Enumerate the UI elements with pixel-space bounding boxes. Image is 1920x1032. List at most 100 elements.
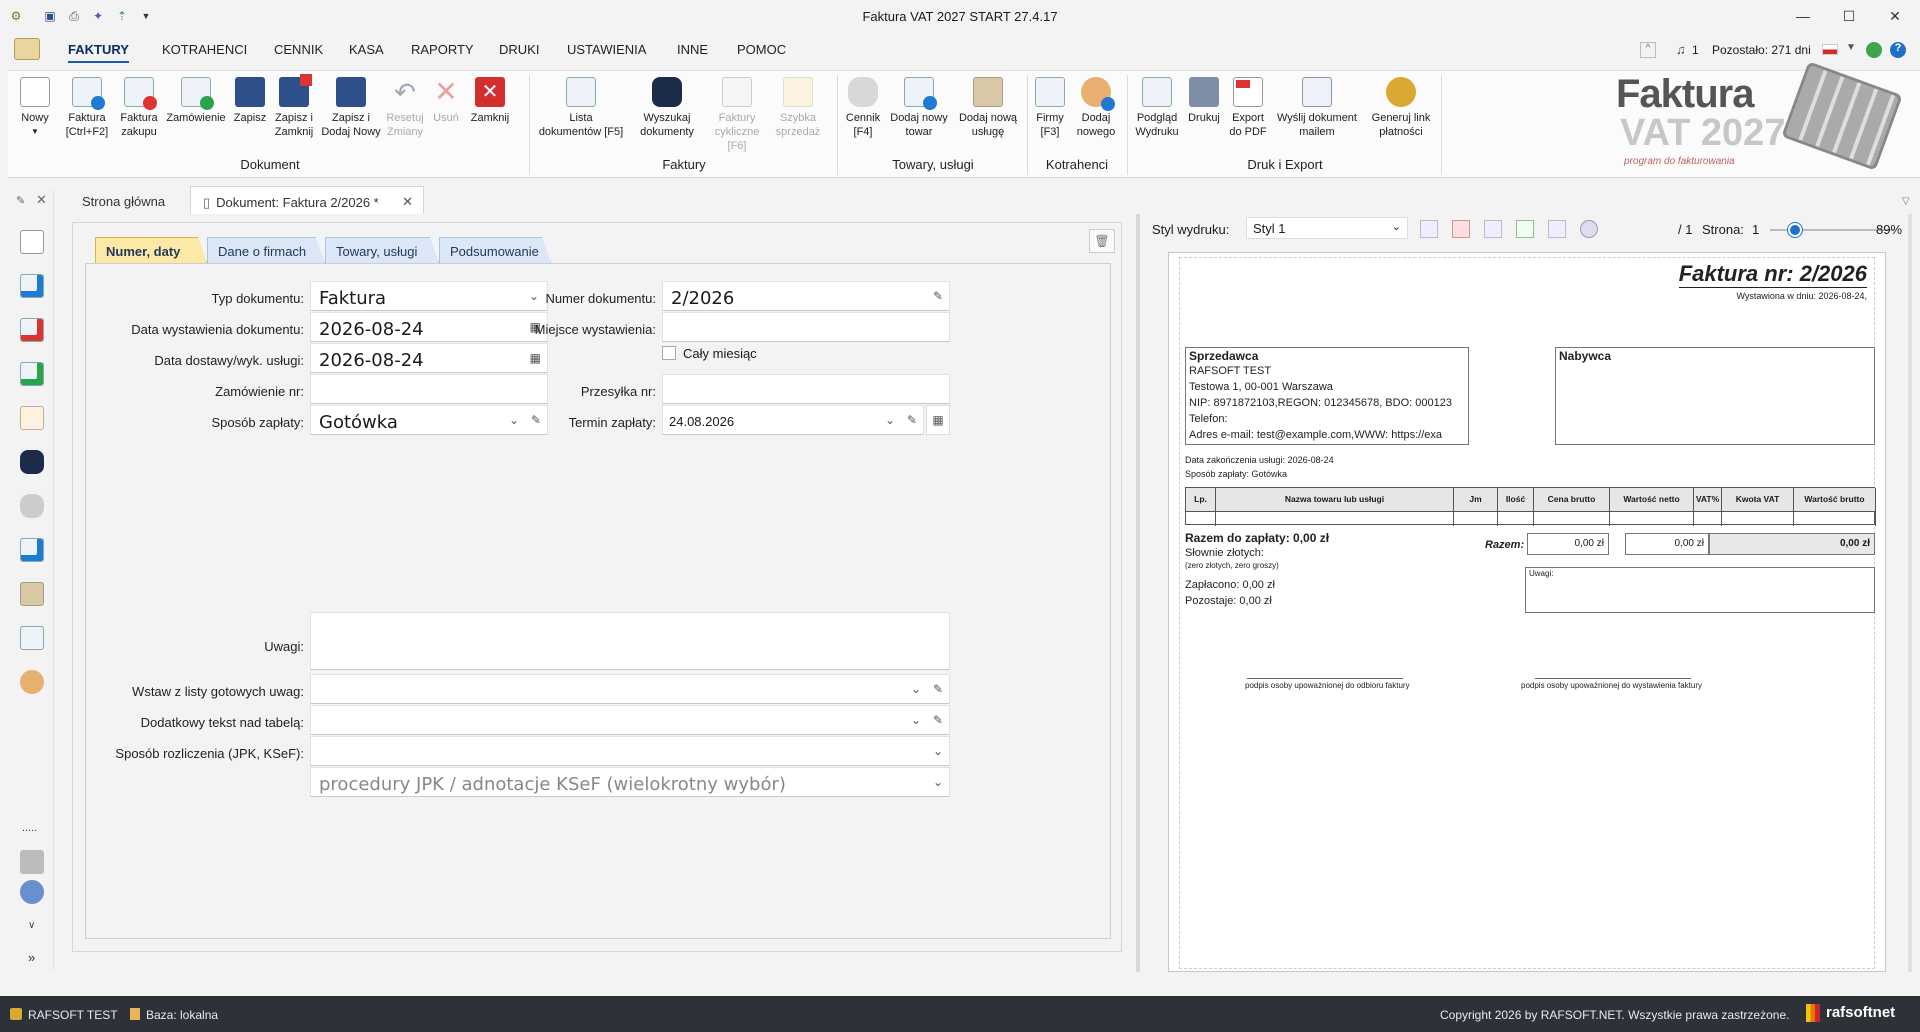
faktura-zakupu-button[interactable]: Faktura zakupu bbox=[116, 77, 162, 139]
edit-icon[interactable]: ✎ bbox=[933, 289, 943, 303]
caly-miesiac-checkbox[interactable] bbox=[662, 346, 676, 360]
zoom-slider-thumb[interactable] bbox=[1787, 223, 1802, 237]
zapisz-zamknij-button[interactable]: Zapisz i Zamknij bbox=[272, 74, 316, 139]
podglad-button[interactable]: Podgląd Wydruku bbox=[1132, 77, 1182, 139]
maximize-button[interactable]: ☐ bbox=[1826, 0, 1872, 32]
database-icon[interactable] bbox=[20, 850, 44, 874]
search-binoculars-icon[interactable] bbox=[20, 450, 44, 474]
uwagi-textarea[interactable] bbox=[310, 612, 950, 670]
add-order-icon[interactable] bbox=[20, 362, 44, 386]
przesylka-input[interactable] bbox=[662, 374, 950, 404]
gear-icon[interactable] bbox=[20, 880, 44, 904]
close-button[interactable]: ✕ bbox=[1872, 0, 1918, 32]
add-product-icon[interactable] bbox=[20, 538, 44, 562]
menu-kontrahenci[interactable]: KOTRAHENCI bbox=[162, 42, 247, 57]
dodaj-kontrahenta-button[interactable]: Dodaj nowego bbox=[1072, 77, 1120, 139]
tab-document[interactable]: ▯ Dokument: Faktura 2/2026 * ✕ bbox=[190, 186, 424, 214]
splitter[interactable] bbox=[1136, 214, 1140, 972]
bell-icon[interactable]: ♫ bbox=[1676, 42, 1686, 57]
calendar-icon[interactable]: ▦ bbox=[530, 351, 541, 365]
szybka-sprzedaz-button[interactable]: Szybka sprzedaż bbox=[772, 77, 824, 139]
flag-pl-icon[interactable] bbox=[1822, 44, 1838, 55]
generuj-link-button[interactable]: Generuj link płatności bbox=[1364, 77, 1438, 139]
list-icon[interactable] bbox=[20, 406, 44, 430]
pin-icon[interactable]: ✎ bbox=[16, 194, 25, 207]
menu-ustawienia[interactable]: USTAWIENIA bbox=[567, 42, 646, 57]
companies-icon[interactable] bbox=[20, 626, 44, 650]
menu-kasa[interactable]: KASA bbox=[349, 42, 384, 57]
wyslij-mail-button[interactable]: Wyślij dokument mailem bbox=[1272, 77, 1362, 139]
cennik-button[interactable]: Cennik [F4] bbox=[842, 77, 884, 139]
settings-icon[interactable] bbox=[1580, 220, 1598, 238]
menu-pomoc[interactable]: POMOC bbox=[737, 42, 786, 57]
usun-button[interactable]: ✕ Usuń bbox=[428, 77, 464, 125]
nowy-button[interactable]: Nowy ▼ bbox=[12, 77, 58, 139]
dodaj-usluge-button[interactable]: Dodaj nową usługę bbox=[954, 77, 1022, 139]
miejsce-input[interactable] bbox=[662, 312, 950, 342]
trash-icon[interactable]: 🗑 bbox=[1089, 229, 1115, 253]
tab-home[interactable]: Strona główna bbox=[70, 186, 190, 214]
mail-icon[interactable] bbox=[1484, 220, 1502, 238]
collapse-ribbon-icon[interactable]: ^ bbox=[1640, 42, 1656, 58]
faktura-button[interactable]: Faktura [Ctrl+F2] bbox=[60, 77, 114, 139]
online-icon[interactable] bbox=[1866, 42, 1882, 58]
zamowienie-button[interactable]: Zamówienie bbox=[164, 77, 228, 125]
export-icon[interactable] bbox=[1516, 220, 1534, 238]
add-invoice-icon[interactable] bbox=[20, 274, 44, 298]
service-icon[interactable] bbox=[20, 582, 44, 606]
procedury-multiselect[interactable]: procedury JPK / adnotacje KSeF (wielokro… bbox=[310, 767, 950, 797]
minimize-button[interactable]: — bbox=[1780, 0, 1826, 32]
ftab-towary[interactable]: Towary, usługi bbox=[325, 237, 439, 263]
help-icon[interactable]: ? bbox=[1890, 42, 1906, 58]
zapisz-nowy-button[interactable]: Zapisz i Dodaj Nowy bbox=[320, 77, 382, 139]
email-icon[interactable] bbox=[1548, 220, 1566, 238]
close-panel-icon[interactable]: ✕ bbox=[36, 192, 47, 208]
data-dostawy-input[interactable]: 2026-08-24 ▦ bbox=[310, 343, 548, 373]
wstaw-dropdown[interactable]: ⌄ ✎ bbox=[310, 674, 950, 704]
edit-icon[interactable]: ✎ bbox=[933, 713, 943, 727]
preview-scrollbar[interactable] bbox=[1908, 214, 1912, 972]
menu-inne[interactable]: INNE bbox=[677, 42, 708, 57]
scanner-icon[interactable] bbox=[20, 494, 44, 518]
ftab-dane-firmy[interactable]: Dane o firmach bbox=[207, 237, 325, 263]
menu-raporty[interactable]: RAPORTY bbox=[411, 42, 474, 57]
export-pdf-button[interactable]: Export do PDF bbox=[1226, 77, 1270, 139]
calendar-icon[interactable]: ▦ bbox=[926, 405, 950, 435]
cykliczne-label1: Faktury bbox=[718, 112, 756, 124]
numer-input[interactable]: 2/2026 ✎ bbox=[662, 281, 950, 311]
menu-cennik[interactable]: CENNIK bbox=[274, 42, 323, 57]
resetuj-button[interactable]: ↶ Resetuj Zmiany bbox=[384, 77, 426, 139]
faktury-cykliczne-button[interactable]: Faktury cykliczne [F6] bbox=[706, 77, 768, 153]
styl-dropdown[interactable]: Styl 1 ⌄ bbox=[1246, 217, 1408, 239]
edit-icon[interactable]: ✎ bbox=[907, 413, 917, 427]
wyszukaj-button[interactable]: Wyszukaj dokumenty bbox=[632, 77, 702, 139]
rozliczenie-dropdown[interactable]: ⌄ bbox=[310, 736, 950, 766]
new-doc-icon[interactable] bbox=[20, 230, 44, 254]
add-person-icon[interactable] bbox=[20, 670, 44, 694]
ftab-podsumowanie[interactable]: Podsumowanie bbox=[439, 237, 551, 263]
termin-dropdown[interactable]: 24.08.2026 ⌄ ✎ bbox=[662, 405, 924, 435]
expand-icon[interactable]: » bbox=[28, 950, 35, 965]
chevron-down-icon[interactable]: ∨ bbox=[28, 920, 35, 931]
zamknij-button[interactable]: ✕ Zamknij bbox=[466, 77, 514, 125]
app-menu-icon[interactable] bbox=[14, 38, 40, 60]
panel-chevron-icon[interactable]: ▽ bbox=[1902, 196, 1910, 207]
dodaj-towar-button[interactable]: Dodaj nowy towar bbox=[886, 77, 952, 139]
dodatkowy-dropdown[interactable]: ⌄ ✎ bbox=[310, 705, 950, 735]
edit-icon[interactable]: ✎ bbox=[933, 682, 943, 696]
purchase-invoice-icon bbox=[124, 77, 157, 110]
firmy-button[interactable]: Firmy [F3] bbox=[1030, 77, 1070, 139]
close-tab-icon[interactable]: ✕ bbox=[402, 194, 413, 210]
zapisz-button[interactable]: Zapisz bbox=[230, 77, 270, 125]
drukuj-button[interactable]: Drukuj bbox=[1184, 77, 1224, 125]
add-purchase-icon[interactable] bbox=[20, 318, 44, 342]
menu-faktury[interactable]: FAKTURY bbox=[68, 42, 129, 63]
pdf-icon[interactable] bbox=[1452, 220, 1470, 238]
more-dots[interactable]: ..... bbox=[22, 822, 37, 834]
ftab-numer-daty[interactable]: Numer, daty bbox=[95, 237, 207, 263]
print-icon[interactable] bbox=[1420, 220, 1438, 238]
menu-druki[interactable]: DRUKI bbox=[499, 42, 539, 57]
chevron-down-icon[interactable]: ▼ bbox=[1846, 42, 1856, 53]
add-service-icon bbox=[973, 77, 1003, 107]
lista-dokumentow-button[interactable]: Lista dokumentów [F5] bbox=[534, 77, 628, 139]
